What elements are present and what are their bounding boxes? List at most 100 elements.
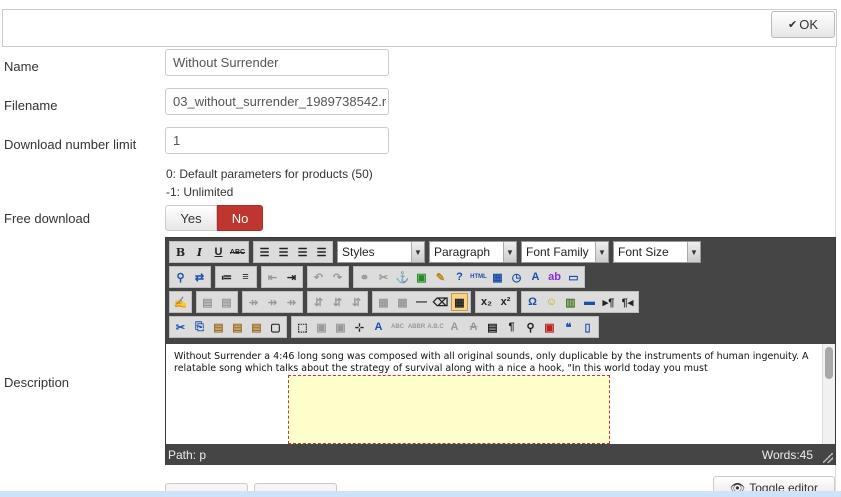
insertion-icon[interactable]: A [446, 318, 463, 336]
template-icon[interactable]: ▣ [541, 318, 558, 336]
emoticon-icon[interactable]: ☺ [543, 293, 560, 311]
text-color-icon[interactable]: A [527, 268, 544, 286]
font-size-dropdown[interactable]: Font Size ▼ [613, 241, 701, 263]
help-icon[interactable]: ? [451, 268, 468, 286]
edit-css-icon[interactable]: ✍ [172, 293, 189, 311]
align-justify-icon[interactable]: ☰ [313, 243, 330, 261]
editor-scrollbar[interactable] [822, 344, 835, 444]
ok-button[interactable]: ✔ OK [771, 11, 835, 38]
undo-icon[interactable]: ↶ [310, 268, 327, 286]
font-family-dropdown[interactable]: Font Family ▼ [521, 241, 609, 263]
visual-chars-icon[interactable]: ¶ [503, 318, 520, 336]
acronym-icon[interactable]: A.B.C [427, 318, 444, 336]
cite-icon[interactable]: ABC [389, 318, 406, 336]
row-group: ⇸ ⇸ ⇸ [242, 291, 303, 313]
insert-time-icon[interactable]: ◷ [508, 268, 525, 286]
filename-input[interactable]: 03_without_surrender_1989738542.r [165, 88, 389, 115]
underline-icon[interactable]: U [210, 243, 227, 261]
numbered-list-icon[interactable]: ≡ [237, 268, 254, 286]
redo-icon[interactable]: ↷ [329, 268, 346, 286]
align-right-icon[interactable]: ☰ [294, 243, 311, 261]
ltr-icon[interactable]: ▸¶ [600, 293, 617, 311]
paste-icon[interactable]: ▤ [210, 318, 227, 336]
fullscreen-icon[interactable]: ▭ [565, 268, 582, 286]
horizontal-rule-icon[interactable]: — [413, 293, 430, 311]
unlink-icon[interactable]: ✂ [375, 268, 392, 286]
text-style-group: B I U ABC [169, 241, 249, 263]
alignment-group: ☰ ☰ ☰ ☰ [253, 241, 333, 263]
resize-grip-icon[interactable] [823, 453, 833, 463]
remove-format-icon[interactable]: ⌫ [432, 293, 449, 311]
media-icon[interactable]: ▥ [562, 293, 579, 311]
insert-layer-icon[interactable]: ⬚ [294, 318, 311, 336]
anchor-icon[interactable]: ⚓ [394, 268, 411, 286]
row-after-icon[interactable]: ⇸ [264, 293, 281, 311]
page-break-icon[interactable]: ▯ [579, 318, 596, 336]
scrollbar-thumb[interactable] [825, 347, 833, 379]
split-cells-icon[interactable]: ▦ [375, 293, 392, 311]
row-before-icon[interactable]: ⇸ [245, 293, 262, 311]
col-after-icon[interactable]: ⇵ [329, 293, 346, 311]
name-label: Name [4, 59, 39, 74]
image-icon[interactable]: ▣ [413, 268, 430, 286]
abbr-icon[interactable]: ABBR [408, 318, 425, 336]
html-icon[interactable]: HTML [470, 268, 487, 286]
image-placeholder[interactable] [288, 375, 610, 444]
download-limit-input[interactable]: 1 [165, 127, 389, 154]
delete-row-icon[interactable]: ⇸ [283, 293, 300, 311]
edit-css-group: ✍ [169, 291, 192, 313]
visual-aid-icon[interactable]: ▦ [451, 293, 468, 311]
align-left-icon[interactable]: ☰ [256, 243, 273, 261]
insert-date-icon[interactable]: ▦ [489, 268, 506, 286]
merge-cells-icon[interactable]: ▦ [394, 293, 411, 311]
superscript-icon[interactable]: x² [497, 293, 514, 311]
cut-icon[interactable]: ✂ [172, 318, 189, 336]
replace-icon[interactable]: ⇄ [191, 268, 208, 286]
blockquote-icon[interactable]: ❝ [560, 318, 577, 336]
editor-content-area[interactable]: Without Surrender a 4:46 long song was c… [166, 344, 835, 444]
list-group: ≔ ≡ [215, 266, 257, 288]
element-path[interactable]: Path: p [168, 448, 206, 462]
copy-icon[interactable]: ⎘ [191, 318, 208, 336]
bold-icon[interactable]: B [172, 243, 189, 261]
link-icon[interactable]: ⚭ [356, 268, 373, 286]
find-icon[interactable]: ⚲ [172, 268, 189, 286]
styles-dropdown[interactable]: Styles ▼ [337, 241, 425, 263]
select-all-icon[interactable]: ▢ [267, 318, 284, 336]
cleanup-icon[interactable]: ✎ [432, 268, 449, 286]
outdent-icon[interactable]: ⇤ [264, 268, 281, 286]
nonbreaking-icon[interactable]: ▬ [581, 293, 598, 311]
indent-icon[interactable]: ⇥ [283, 268, 300, 286]
absolute-icon[interactable]: ⊹ [351, 318, 368, 336]
move-forward-icon[interactable]: ▣ [313, 318, 330, 336]
rtl-icon[interactable]: ¶◂ [619, 293, 636, 311]
chevron-down-icon: ▼ [687, 242, 700, 262]
indent-group: ⇤ ⇥ [261, 266, 303, 288]
paste-text-icon[interactable]: ▤ [229, 318, 246, 336]
name-input[interactable]: Without Surrender [165, 49, 389, 76]
delete-col-icon[interactable]: ⇵ [348, 293, 365, 311]
highlight-color-icon[interactable]: ab [546, 268, 563, 286]
chevron-down-icon: ▼ [503, 242, 516, 262]
free-download-yes-button[interactable]: Yes [165, 205, 217, 231]
bullet-list-icon[interactable]: ≔ [218, 268, 235, 286]
move-backward-icon[interactable]: ▣ [332, 318, 349, 336]
editor-statusbar: Path: p Words:45 [166, 444, 835, 465]
styleprops-icon[interactable]: A [370, 318, 387, 336]
attributes-icon[interactable]: ▤ [484, 318, 501, 336]
deletion-icon[interactable]: A [465, 318, 482, 336]
preview-icon[interactable]: ⚲ [522, 318, 539, 336]
layer-icon[interactable]: ▤ [199, 293, 216, 311]
italic-icon[interactable]: I [191, 243, 208, 261]
free-download-no-button[interactable]: No [217, 205, 263, 231]
col-before-icon[interactable]: ⇵ [310, 293, 327, 311]
layer-move-icon[interactable]: ▤ [218, 293, 235, 311]
special-char-icon[interactable]: Ω [524, 293, 541, 311]
layer-group: ▤ ▤ [196, 291, 238, 313]
strikethrough-icon[interactable]: ABC [229, 243, 246, 261]
align-center-icon[interactable]: ☰ [275, 243, 292, 261]
format-dropdown[interactable]: Paragraph ▼ [429, 241, 517, 263]
subscript-icon[interactable]: x₂ [478, 293, 495, 311]
paste-word-icon[interactable]: ▤ [248, 318, 265, 336]
insert-group: ⚭ ✂ ⚓ ▣ ✎ ? HTML ▦ ◷ A ab ▭ [353, 266, 585, 288]
